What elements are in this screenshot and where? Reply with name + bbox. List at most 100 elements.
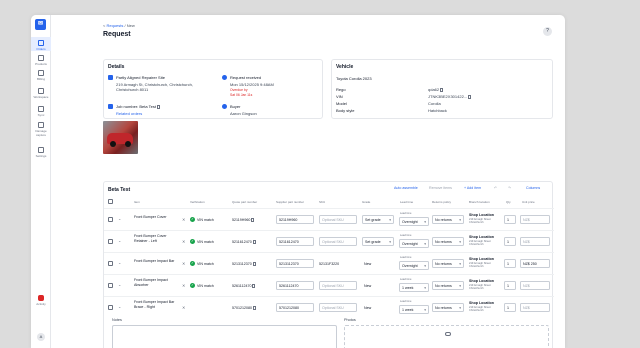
grade-value[interactable]: New <box>364 284 371 288</box>
row-checkbox[interactable] <box>108 261 113 266</box>
breadcrumb-current: New <box>126 23 135 28</box>
copy-icon[interactable] <box>252 239 256 244</box>
rail-item-orders[interactable]: Orders <box>31 37 51 51</box>
qty-input[interactable]: 1 <box>504 303 516 312</box>
row-checkbox[interactable] <box>108 305 113 310</box>
copy-icon[interactable] <box>156 104 160 109</box>
qty-input[interactable]: 1 <box>504 215 516 224</box>
rail-item-activity[interactable]: Activity <box>31 295 51 306</box>
vehicle-photo[interactable] <box>103 121 138 154</box>
grade-select[interactable]: Set grade <box>362 215 394 224</box>
quote-part-number: 5213112370 <box>232 262 256 266</box>
photos-dropzone[interactable] <box>344 325 549 348</box>
back-icon[interactable]: < <box>103 23 105 28</box>
supplier-part-input[interactable]: 5213112370 <box>276 259 314 268</box>
remove-row-icon[interactable]: ✕ <box>182 217 185 222</box>
table-row[interactable]: ⌄ Front Bumper Impact Bar Brace - Right … <box>104 296 554 318</box>
row-checkbox[interactable] <box>108 283 113 288</box>
copy-icon[interactable] <box>251 217 255 222</box>
lead-time-select[interactable]: Overnight <box>399 217 429 226</box>
returns-select[interactable]: No returns <box>432 237 464 246</box>
sku-input[interactable]: Optional SKU <box>319 215 357 224</box>
grade-value[interactable]: New <box>364 262 371 266</box>
row-checkbox[interactable] <box>108 239 113 244</box>
remove-row-icon[interactable]: ✕ <box>182 239 185 244</box>
rail-item-workspace[interactable]: Workspace <box>31 88 51 99</box>
col-supplier-part: Supplier part number <box>276 200 305 204</box>
redo-icon[interactable]: ↷ <box>508 186 511 190</box>
job-icon <box>108 104 113 109</box>
details-heading: Details <box>108 64 125 70</box>
row-checkbox[interactable] <box>108 217 113 222</box>
avatar[interactable]: A <box>37 333 45 341</box>
unit-price-input[interactable]: NZ$ <box>520 215 550 224</box>
lead-time-caption: Lead time <box>400 278 412 281</box>
returns-select[interactable]: No returns <box>432 303 464 312</box>
qty-input[interactable]: 1 <box>504 237 516 246</box>
help-button[interactable]: ? <box>543 27 552 36</box>
quote-part-number: 52119H960 <box>232 217 255 222</box>
branch-name: Shop Location <box>469 213 494 217</box>
rail-item-sync[interactable]: Sync <box>31 106 51 117</box>
unit-price-input[interactable]: NZ$ 250 <box>520 259 550 268</box>
remove-row-icon[interactable]: ✕ <box>182 261 185 266</box>
unit-price-input[interactable]: NZ$ <box>520 237 550 246</box>
copy-icon[interactable] <box>468 94 472 99</box>
returns-select[interactable]: No returns <box>432 259 464 268</box>
col-grade: Grade <box>362 200 371 204</box>
chevron-down-icon[interactable]: ⌄ <box>118 282 121 287</box>
undo-icon[interactable]: ↶ <box>494 186 497 190</box>
qty-input[interactable]: 1 <box>504 281 516 290</box>
table-row[interactable]: ⌄ Front Bumper Impact Bar ✕ ✓ VIN match 5… <box>104 252 554 274</box>
table-row[interactable]: ⌄ Front Bumper Cover Retainer - Left ✕ ✓… <box>104 230 554 252</box>
columns-button[interactable]: Columns <box>526 186 540 190</box>
lead-time-select[interactable]: Overnight <box>399 261 429 270</box>
lead-time-select[interactable]: Overnight <box>399 239 429 248</box>
rail-item-products[interactable]: Products <box>31 55 51 66</box>
unit-price-input[interactable]: NZ$ <box>520 303 550 312</box>
copy-icon[interactable] <box>440 87 444 92</box>
breadcrumb-requests[interactable]: Requests <box>106 23 123 28</box>
app-logo[interactable]: ✉ <box>35 19 46 30</box>
sku-link[interactable]: 52131F3220 <box>319 262 339 266</box>
sku-input[interactable]: Optional SKU <box>319 281 357 290</box>
lead-time-caption: Lead time <box>400 234 412 237</box>
supplier-part-input[interactable]: 5701212080 <box>276 303 314 312</box>
supplier-part-input[interactable]: 52119H960 <box>276 215 314 224</box>
grade-value[interactable]: New <box>364 306 371 310</box>
copy-icon[interactable] <box>252 283 256 288</box>
related-orders-link[interactable]: Related orders <box>116 111 142 116</box>
supplier-part-input[interactable]: 5211612470 <box>276 237 314 246</box>
chevron-down-icon[interactable]: ⌄ <box>118 238 121 243</box>
table-title: Beta Test <box>108 187 131 193</box>
rail-item-settings[interactable]: Settings <box>31 147 51 158</box>
add-item-button[interactable]: + Add item <box>464 186 481 190</box>
chevron-down-icon[interactable]: ⌄ <box>118 216 121 221</box>
chevron-down-icon[interactable]: ⌄ <box>118 304 121 309</box>
sku-input[interactable]: Optional SKU <box>319 303 357 312</box>
remove-items-button[interactable]: Remove items <box>429 186 452 190</box>
auto-assemble-button[interactable]: Auto assemble <box>394 186 418 190</box>
unit-price-input[interactable]: NZ$ <box>520 281 550 290</box>
supplier-part-input[interactable]: 5261112470 <box>276 281 314 290</box>
copy-icon[interactable] <box>252 261 256 266</box>
rail-item-billing[interactable]: Billing <box>31 70 51 81</box>
copy-icon[interactable] <box>253 305 256 310</box>
remove-row-icon[interactable]: ✕ <box>182 283 185 288</box>
table-row[interactable]: ⌄ Front Bumper Impact Absorber ✕ ✓ VIN ma… <box>104 274 554 296</box>
rail-item-damage-capture[interactable]: Damage capture <box>31 122 51 137</box>
grade-select[interactable]: Set grade <box>362 237 394 246</box>
sku-input[interactable]: Optional SKU <box>319 237 357 246</box>
photos-label: Photos <box>344 318 356 322</box>
col-unit-price: Unit price <box>522 200 535 204</box>
select-all-checkbox[interactable] <box>108 199 113 204</box>
remove-row-icon[interactable]: ✕ <box>182 305 185 310</box>
lead-time-select[interactable]: 1 week <box>399 305 429 314</box>
chevron-down-icon[interactable]: ⌄ <box>118 260 121 265</box>
qty-input[interactable]: 1 <box>504 259 516 268</box>
lead-time-select[interactable]: 1 week <box>399 283 429 292</box>
table-row[interactable]: ⌄ Front Bumper Cover ✕ ✓ VIN match 52119H… <box>104 208 554 230</box>
returns-select[interactable]: No returns <box>432 215 464 224</box>
notes-input[interactable] <box>112 325 337 348</box>
returns-select[interactable]: No returns <box>432 281 464 290</box>
